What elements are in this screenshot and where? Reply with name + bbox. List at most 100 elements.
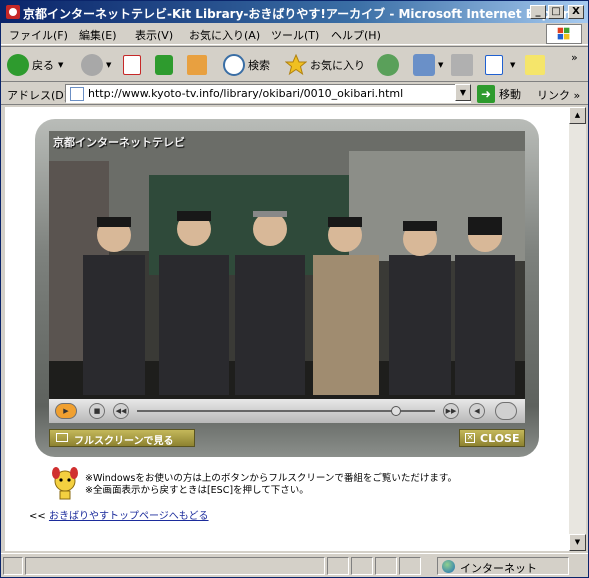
page-content: 京都インターネットテレビ ▶ ■ ◀◀ ▶▶ ◀ フルスクリーンで見る ✕ CL… [5, 107, 569, 551]
menu-help[interactable]: ヘルプ(H) [331, 27, 381, 43]
fullscreen-note: ※Windowsをお使いの方は上のボタンからフルスクリーンで番組をご覧いただけま… [85, 473, 457, 497]
globe-icon [442, 560, 455, 573]
player-close-label: CLOSE [480, 432, 520, 445]
messenger-button[interactable] [525, 53, 548, 77]
print-icon [451, 54, 473, 76]
home-button[interactable] [187, 53, 210, 77]
favorites-label: お気に入り [310, 59, 365, 72]
forward-dropdown-icon[interactable]: ▼ [106, 61, 111, 69]
menu-view[interactable]: 表示(V) [135, 27, 173, 43]
mail-icon [413, 54, 435, 76]
menu-favorites[interactable]: お気に入り(A) [189, 27, 260, 43]
fullscreen-label: フルスクリーンで見る [74, 436, 174, 447]
note-icon [525, 55, 545, 75]
back-button[interactable]: 戻る ▼ [7, 53, 63, 77]
back-to-top-link[interactable]: おきばりやすトップページへもどる [49, 511, 209, 522]
minimize-button[interactable]: _ [530, 5, 546, 19]
menu-bar: ファイル(F) 編集(E) 表示(V) お気に入り(A) ツール(T) ヘルプ(… [1, 23, 588, 45]
menu-edit[interactable]: 編集(E) [79, 27, 117, 43]
back-label: 戻る [32, 59, 54, 72]
status-cell-4 [399, 557, 421, 575]
refresh-button[interactable] [155, 53, 176, 77]
title-bar[interactable]: 京都インターネットテレビ-Kit Library-おきばりやす!アーカイブ - … [1, 1, 588, 23]
status-zone-label: インターネット [460, 562, 537, 575]
play-icon[interactable]: ▶ [55, 403, 77, 419]
links-more-icon: » [573, 89, 581, 102]
address-label: アドレス(D) [7, 89, 69, 102]
links-button[interactable]: リンク » [537, 87, 580, 103]
back-link-prefix: << [29, 511, 46, 522]
status-page-icon [3, 557, 23, 575]
mail-button[interactable]: ▼ [413, 53, 443, 77]
search-icon [223, 54, 245, 76]
scroll-up-icon[interactable]: ▲ [569, 107, 586, 124]
refresh-icon [155, 55, 173, 75]
video-caption: 京都インターネットテレビ [53, 136, 185, 149]
fullscreen-button[interactable]: フルスクリーンで見る [49, 429, 195, 447]
stop-button[interactable] [123, 53, 144, 77]
forward-arrow-icon [81, 54, 103, 76]
video-player: 京都インターネットテレビ ▶ ■ ◀◀ ▶▶ ◀ フルスクリーンで見る ✕ CL… [35, 119, 539, 457]
links-label: リンク [537, 89, 570, 102]
address-dropdown-icon[interactable]: ▼ [455, 84, 471, 101]
volume-icon[interactable]: ◀ [469, 403, 485, 419]
status-cell-2 [351, 557, 373, 575]
page-icon [70, 87, 84, 101]
vertical-scrollbar[interactable]: ▲ ▼ [569, 107, 586, 551]
video-frame[interactable]: 京都インターネットテレビ [49, 131, 525, 399]
maximize-button[interactable]: □ [548, 5, 564, 19]
favorites-button[interactable]: お気に入り [285, 53, 365, 77]
menu-tools[interactable]: ツール(T) [271, 27, 319, 43]
ie-logo-icon [6, 5, 20, 19]
player-controls: ▶ ■ ◀◀ ▶▶ ◀ [49, 399, 525, 423]
close-window-button[interactable]: X [568, 5, 584, 19]
history-button[interactable] [377, 53, 402, 77]
search-label: 検索 [248, 59, 270, 72]
player-close-button[interactable]: ✕ CLOSE [459, 429, 525, 447]
mail-dropdown-icon[interactable]: ▼ [438, 61, 443, 69]
seek-bar[interactable] [137, 406, 435, 416]
tv-icon [56, 433, 68, 442]
video-image [49, 131, 525, 399]
windows-logo-icon [546, 24, 582, 44]
close-icon: ✕ [465, 433, 475, 443]
note-line-1: ※Windowsをお使いの方は上のボタンからフルスクリーンで番組をご覧いただけま… [85, 473, 457, 484]
star-icon [285, 54, 307, 76]
windows-media-icon[interactable] [495, 402, 517, 420]
standard-toolbar: 戻る ▼ ▼ 検索 お気に入り ▼ ▼ » [1, 46, 588, 82]
edit-button[interactable]: ▼ [485, 53, 515, 77]
status-cell-1 [327, 557, 349, 575]
back-dropdown-icon[interactable]: ▼ [58, 61, 63, 69]
word-icon [485, 55, 503, 75]
edit-dropdown-icon[interactable]: ▼ [510, 61, 515, 69]
toolbar-overflow-icon[interactable]: » [571, 51, 578, 64]
address-bar: アドレス(D) http://www.kyoto-tv.info/library… [1, 83, 588, 105]
seek-thumb[interactable] [391, 406, 402, 416]
go-arrow-icon: ➜ [477, 85, 495, 103]
address-input[interactable]: http://www.kyoto-tv.info/library/okibari… [65, 84, 471, 103]
stop-playback-icon[interactable]: ■ [89, 403, 105, 419]
rewind-icon[interactable]: ◀◀ [113, 403, 129, 419]
go-label: 移動 [499, 88, 521, 101]
home-icon [187, 55, 207, 75]
print-button[interactable] [451, 53, 476, 77]
mascot-icon [52, 467, 78, 500]
status-bar: インターネット [1, 553, 588, 577]
history-icon [377, 54, 399, 76]
window-title: 京都インターネットテレビ-Kit Library-おきばりやす!アーカイブ - … [23, 7, 583, 21]
status-text [25, 557, 325, 575]
status-cell-3 [375, 557, 397, 575]
status-zone: インターネット [437, 557, 569, 575]
stop-icon [123, 55, 141, 75]
address-url: http://www.kyoto-tv.info/library/okibari… [88, 87, 404, 100]
note-line-2: ※全画面表示から戻すときは[ESC]を押して下さい。 [85, 485, 309, 496]
back-link-row: << おきばりやすトップページへもどる [29, 507, 209, 522]
menu-file[interactable]: ファイル(F) [9, 27, 68, 43]
browser-window: 京都インターネットテレビ-Kit Library-おきばりやす!アーカイブ - … [0, 0, 589, 578]
back-arrow-icon [7, 54, 29, 76]
scroll-down-icon[interactable]: ▼ [569, 534, 586, 551]
forward-button[interactable]: ▼ [81, 53, 111, 77]
go-button[interactable]: ➜ 移動 [477, 84, 521, 104]
search-button[interactable]: 検索 [223, 53, 270, 77]
fast-forward-icon[interactable]: ▶▶ [443, 403, 459, 419]
